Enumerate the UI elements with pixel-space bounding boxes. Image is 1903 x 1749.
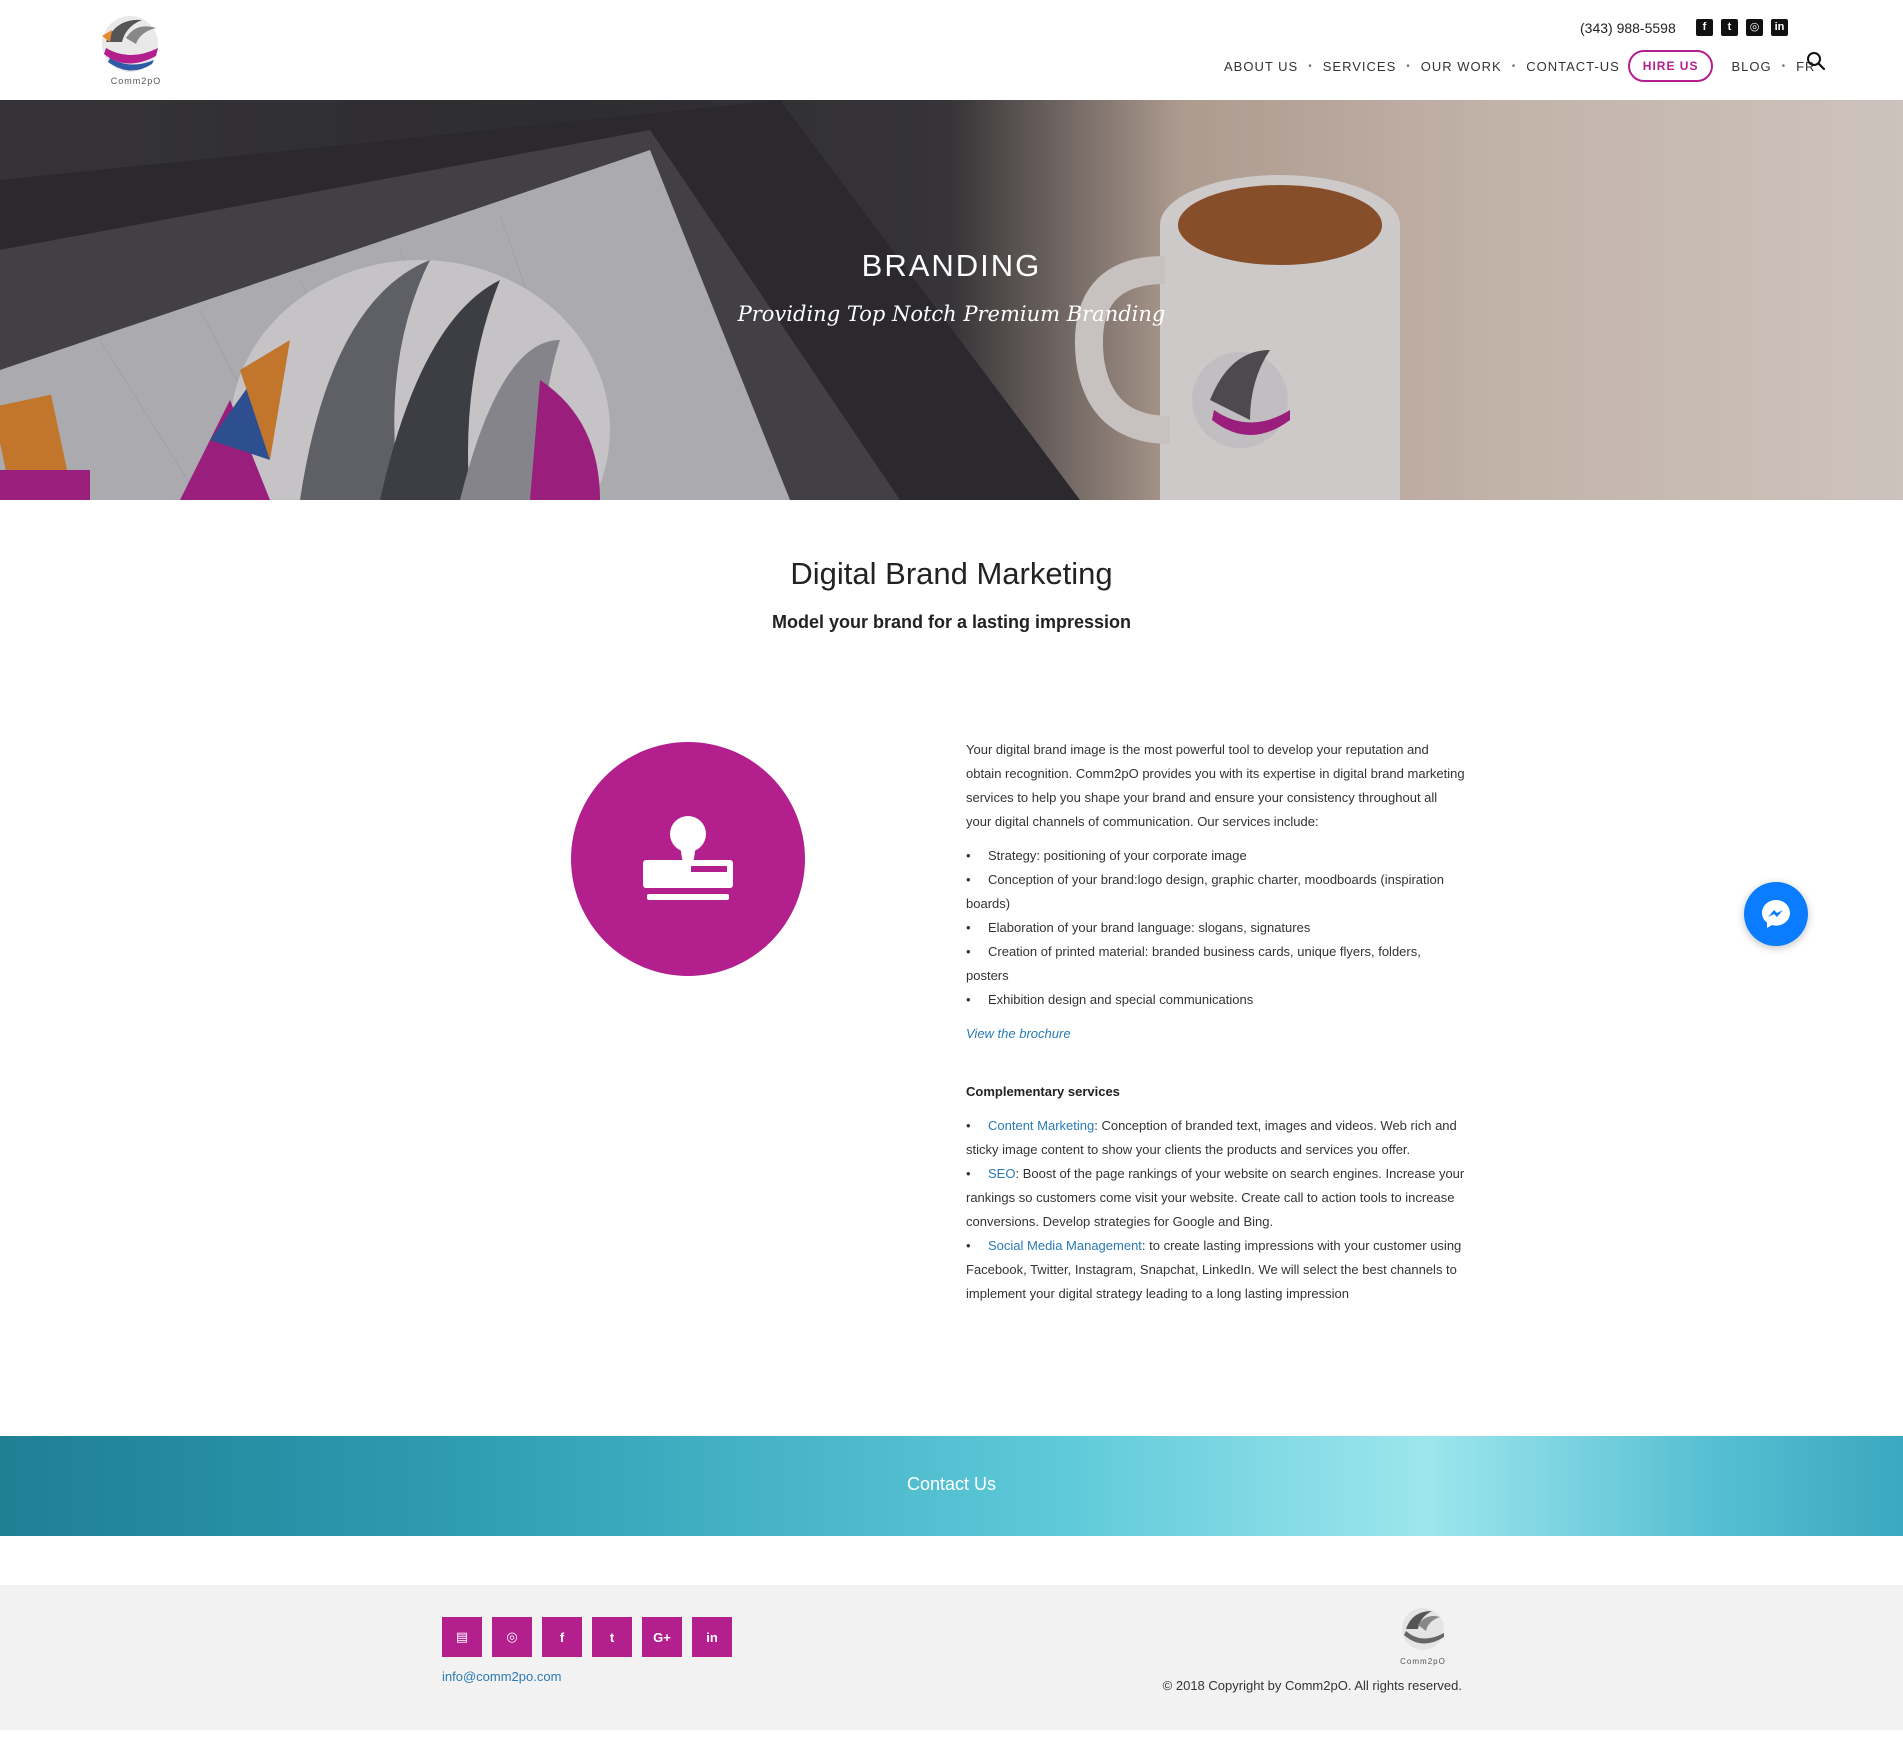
main-nav: ABOUT US • SERVICES • OUR WORK • CONTACT… [1218, 48, 1821, 84]
nav-separator: • [1511, 60, 1517, 72]
bullet: • [966, 920, 971, 935]
google-plus-icon[interactable]: G+ [642, 1617, 682, 1657]
bullet: • [966, 992, 971, 1007]
service-text: Creation of printed material: branded bu… [966, 944, 1421, 983]
social-media-management-link[interactable]: Social Media Management [988, 1238, 1142, 1253]
header-social-links: f t ◎ in [1696, 19, 1788, 36]
nav-separator: • [1308, 60, 1313, 72]
nav-our-work[interactable]: OUR WORK [1415, 59, 1508, 74]
bullet: • [966, 1238, 971, 1253]
messenger-icon [1762, 900, 1790, 928]
list-item: • Strategy: positioning of your corporate… [966, 844, 1466, 868]
hero-overlay [0, 100, 1903, 500]
service-text: Elaboration of your brand language: slog… [988, 920, 1311, 935]
bullet: • [966, 944, 971, 959]
seo-link[interactable]: SEO [988, 1166, 1015, 1181]
stamp-icon [643, 816, 733, 900]
logo-mark-icon [102, 16, 158, 72]
list-item: • Content Marketing: Conception of brande… [966, 1114, 1466, 1162]
footer-email-link[interactable]: info@comm2po.com [442, 1669, 561, 1684]
list-item: • Creation of printed material: branded b… [966, 940, 1466, 988]
phone-number[interactable]: (343) 988-5598 [1580, 20, 1676, 36]
linkedin-icon[interactable]: in [1771, 19, 1788, 36]
footer-social-links: ▤ ◎ f t G+ in [442, 1617, 732, 1657]
footer-logo-text: Comm2pO [1400, 1657, 1446, 1666]
hero-banner: BRANDING Providing Top Notch Premium Bra… [0, 100, 1903, 500]
nav-blog[interactable]: BLOG [1725, 59, 1777, 74]
complementary-services-heading: Complementary services [966, 1084, 1120, 1099]
instagram-icon[interactable]: ◎ [492, 1617, 532, 1657]
facebook-icon[interactable]: f [1696, 19, 1713, 36]
hire-us-button[interactable]: HIRE US [1627, 50, 1714, 82]
hero-title: BRANDING [861, 248, 1042, 283]
nav-about-us[interactable]: ABOUT US [1218, 59, 1304, 74]
list-item: • SEO: Boost of the page rankings of your… [966, 1162, 1466, 1234]
footer-logo-mark-icon [1402, 1608, 1444, 1650]
facebook-icon[interactable]: f [542, 1617, 582, 1657]
bullet: • [966, 1166, 971, 1181]
complementary-services-list: • Content Marketing: Conception of brande… [966, 1114, 1466, 1306]
service-description: Your digital brand image is the most pow… [966, 738, 1466, 1306]
instagram-icon[interactable]: ◎ [1746, 19, 1763, 36]
search-icon[interactable] [1806, 51, 1826, 71]
list-item: • Conception of your brand:logo design, g… [966, 868, 1466, 916]
service-text: Conception of your brand:logo design, gr… [966, 872, 1444, 911]
page-subtitle: Model your brand for a lasting impressio… [771, 612, 1132, 632]
nav-separator: • [1781, 60, 1787, 72]
contact-card-icon[interactable]: ▤ [442, 1617, 482, 1657]
logo-text: Comm2pO [110, 76, 162, 86]
service-text: Exhibition design and special communicat… [988, 992, 1254, 1007]
view-brochure-link[interactable]: View the brochure [966, 1022, 1466, 1046]
services-list: • Strategy: positioning of your corporate… [966, 844, 1466, 1012]
site-footer: ▤ ◎ f t G+ in info@comm2po.com Comm2pO ©… [0, 1585, 1903, 1730]
site-logo[interactable]: Comm2pO [86, 12, 186, 88]
bullet: • [966, 872, 971, 887]
nav-services[interactable]: SERVICES [1317, 59, 1403, 74]
list-item: • Elaboration of your brand language: slo… [966, 916, 1466, 940]
nav-separator: • [1406, 60, 1411, 72]
content-marketing-link[interactable]: Content Marketing [988, 1118, 1094, 1133]
list-item: • Social Media Management: to create last… [966, 1234, 1466, 1306]
hero-subtitle: Providing Top Notch Premium Branding [737, 302, 1166, 326]
messenger-chat-button[interactable] [1744, 882, 1808, 946]
branding-feature-circle [571, 742, 805, 976]
contact-us-link[interactable]: Contact Us [0, 1474, 1903, 1495]
linkedin-icon[interactable]: in [692, 1617, 732, 1657]
intro-paragraph: Your digital brand image is the most pow… [966, 742, 1465, 829]
service-text: : Boost of the page rankings of your web… [966, 1166, 1465, 1229]
service-text: Strategy: positioning of your corporate … [988, 848, 1247, 863]
list-item: • Exhibition design and special communica… [966, 988, 1466, 1012]
bullet: • [966, 848, 971, 863]
site-header: Comm2pO (343) 988-5598 f t ◎ in ABOUT US… [0, 0, 1903, 100]
copyright-text: © 2018 Copyright by Comm2pO. All rights … [1162, 1678, 1462, 1693]
twitter-icon[interactable]: t [592, 1617, 632, 1657]
page-title: Digital Brand Marketing [790, 556, 1113, 591]
nav-contact-us[interactable]: CONTACT-US [1520, 59, 1626, 74]
contact-banner: Contact Us [0, 1436, 1903, 1536]
twitter-icon[interactable]: t [1721, 19, 1738, 36]
footer-logo[interactable]: Comm2pO [1386, 1605, 1460, 1669]
bullet: • [966, 1118, 971, 1133]
